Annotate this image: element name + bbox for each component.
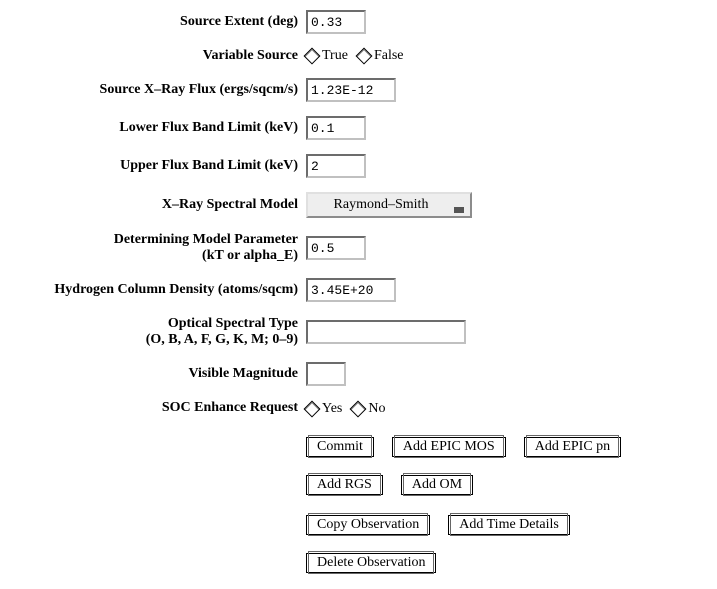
label-variable-source: Variable Source (0, 48, 306, 64)
dropdown-arrow-icon (454, 202, 464, 208)
add-rgs-button[interactable]: Add RGS (306, 475, 383, 495)
soc-enhance-yes-radio[interactable]: Yes (306, 401, 342, 417)
diamond-icon (304, 400, 321, 417)
radio-label-false: False (374, 48, 404, 64)
source-extent-input[interactable] (306, 10, 366, 34)
copy-observation-button[interactable]: Copy Observation (306, 515, 430, 535)
optical-type-input[interactable] (306, 320, 466, 344)
label-spectral-model: X–Ray Spectral Model (0, 197, 306, 213)
row-source-extent: Source Extent (deg) (0, 10, 707, 34)
row-spectral-model: X–Ray Spectral Model Raymond–Smith (0, 192, 707, 218)
radio-label-true: True (322, 48, 348, 64)
button-row-2: Copy Observation Add Time Details Delete… (306, 515, 707, 573)
row-variable-source: Variable Source True False (0, 48, 707, 64)
dropdown-selected: Raymond–Smith (314, 197, 448, 213)
spectral-model-dropdown[interactable]: Raymond–Smith (306, 192, 472, 218)
label-xray-flux: Source X–Ray Flux (ergs/sqcm/s) (0, 82, 306, 98)
xray-flux-input[interactable] (306, 78, 396, 102)
add-time-details-button[interactable]: Add Time Details (448, 515, 570, 535)
label-upper-flux: Upper Flux Band Limit (keV) (0, 158, 306, 174)
row-lower-flux: Lower Flux Band Limit (keV) (0, 116, 707, 140)
add-epic-pn-button[interactable]: Add EPIC pn (524, 437, 621, 457)
delete-observation-button[interactable]: Delete Observation (306, 553, 436, 573)
row-xray-flux: Source X–Ray Flux (ergs/sqcm/s) (0, 78, 707, 102)
row-upper-flux: Upper Flux Band Limit (keV) (0, 154, 707, 178)
label-source-extent: Source Extent (deg) (0, 14, 306, 30)
commit-button[interactable]: Commit (306, 437, 374, 457)
diamond-icon (355, 48, 372, 65)
row-model-param: Determining Model Parameter (kT or alpha… (0, 232, 707, 264)
row-hydrogen-density: Hydrogen Column Density (atoms/sqcm) (0, 278, 707, 302)
label-visible-magnitude: Visible Magnitude (0, 366, 306, 382)
variable-source-true-radio[interactable]: True (306, 48, 348, 64)
add-om-button[interactable]: Add OM (401, 475, 473, 495)
add-epic-mos-button[interactable]: Add EPIC MOS (392, 437, 506, 457)
label-lower-flux: Lower Flux Band Limit (keV) (0, 120, 306, 136)
label-optical-type: Optical Spectral Type (O, B, A, F, G, K,… (0, 316, 306, 348)
row-optical-type: Optical Spectral Type (O, B, A, F, G, K,… (0, 316, 707, 348)
upper-flux-input[interactable] (306, 154, 366, 178)
label-hydrogen-density: Hydrogen Column Density (atoms/sqcm) (0, 282, 306, 298)
row-visible-magnitude: Visible Magnitude (0, 362, 707, 386)
diamond-icon (304, 48, 321, 65)
label-model-param: Determining Model Parameter (kT or alpha… (0, 232, 306, 264)
diamond-icon (350, 400, 367, 417)
variable-source-false-radio[interactable]: False (358, 48, 404, 64)
label-soc-enhance: SOC Enhance Request (0, 400, 306, 416)
radio-label-yes: Yes (322, 401, 342, 417)
hydrogen-density-input[interactable] (306, 278, 396, 302)
button-row-1: Commit Add EPIC MOS Add EPIC pn Add RGS … (306, 437, 707, 495)
visible-magnitude-input[interactable] (306, 362, 346, 386)
model-param-input[interactable] (306, 236, 366, 260)
soc-enhance-no-radio[interactable]: No (352, 401, 385, 417)
row-soc-enhance: SOC Enhance Request Yes No (0, 400, 707, 416)
radio-label-no: No (368, 401, 385, 417)
lower-flux-input[interactable] (306, 116, 366, 140)
